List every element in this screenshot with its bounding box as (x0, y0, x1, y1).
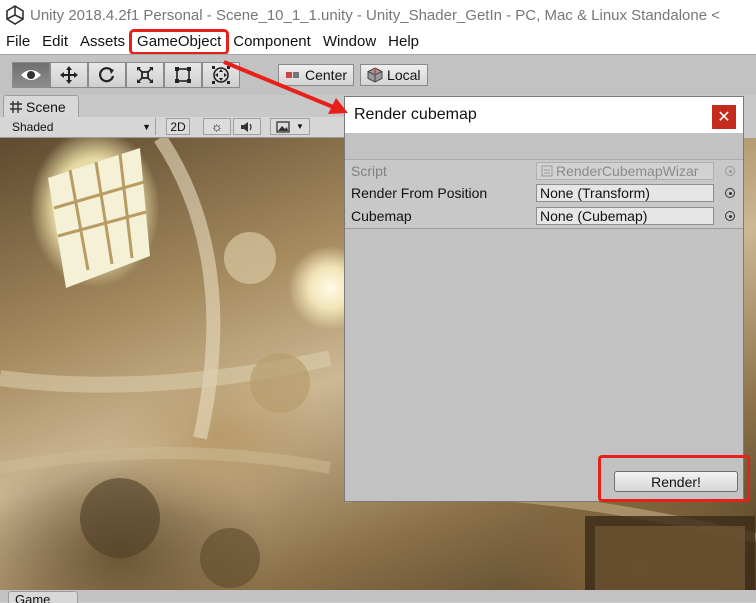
pivot-local-label: Local (387, 67, 421, 83)
cubemap-label: Cubemap (351, 208, 412, 224)
dialog-close-button[interactable]: ✕ (712, 105, 736, 129)
wizard-properties: Script RenderCubemapWizar Render From Po… (345, 160, 743, 229)
tab-game[interactable]: Game (8, 591, 78, 603)
view-tool-button[interactable] (12, 62, 50, 88)
menu-assets[interactable]: Assets (74, 31, 131, 53)
render-from-position-picker-icon[interactable] (725, 188, 735, 198)
toggle-2d-button[interactable]: 2D (166, 118, 190, 135)
rect-icon (175, 67, 191, 83)
audio-toggle-button[interactable] (233, 118, 261, 135)
menu-bar: File Edit Assets GameObject Component Wi… (0, 29, 756, 55)
toggle-2d-label: 2D (170, 119, 186, 134)
speaker-icon (241, 121, 252, 132)
script-field: RenderCubemapWizar (536, 162, 714, 180)
sun-icon: ☼ (211, 119, 223, 134)
scene-window (48, 148, 150, 288)
render-button[interactable]: Render! (614, 471, 738, 492)
menu-file[interactable]: File (0, 31, 36, 53)
eye-icon (21, 70, 41, 80)
pivot-center-label: Center (305, 67, 348, 83)
pivot-center-icon (286, 72, 299, 78)
scale-icon (137, 67, 153, 83)
pivot-toggles: Center Local (278, 64, 428, 86)
tab-game-label: Game (15, 592, 51, 603)
move-tool-button[interactable] (50, 62, 88, 88)
render-from-position-label: Render From Position (351, 185, 488, 201)
tab-scene[interactable]: Scene (3, 95, 79, 117)
close-icon: ✕ (717, 109, 731, 126)
menu-edit[interactable]: Edit (36, 31, 74, 53)
menu-window[interactable]: Window (317, 31, 382, 53)
pivot-local-button[interactable]: Local (360, 64, 428, 86)
dialog-title-bar: Render cubemap ✕ (345, 97, 743, 133)
script-file-icon (541, 165, 553, 177)
shading-mode-dropdown[interactable]: Shaded ▼ (6, 118, 156, 135)
shading-mode-value: Shaded (12, 119, 54, 134)
pivot-center-button[interactable]: Center (278, 64, 355, 86)
window-title: Unity 2018.4.2f1 Personal - Scene_10_1_1… (30, 6, 720, 24)
menu-help[interactable]: Help (382, 31, 425, 53)
chevron-down-icon: ▼ (142, 121, 151, 132)
scale-tool-button[interactable] (126, 62, 164, 88)
property-row-script: Script RenderCubemapWizar (345, 160, 743, 182)
lighting-toggle-button[interactable]: ☼ (203, 118, 231, 135)
local-cube-icon (367, 67, 383, 83)
dialog-title: Render cubemap (354, 106, 477, 123)
menu-component[interactable]: Component (227, 31, 317, 53)
transform-tool-button[interactable] (202, 62, 240, 88)
transform-tools (12, 62, 240, 88)
render-from-position-field[interactable]: None (Transform) (536, 184, 714, 202)
unity-logo-icon (6, 5, 24, 25)
rotate-tool-button[interactable] (88, 62, 126, 88)
effects-chevron-icon: ▼ (296, 122, 304, 131)
move-icon (60, 66, 78, 84)
script-label: Script (351, 163, 387, 179)
property-row-render-from-position: Render From Position None (Transform) (345, 182, 743, 204)
render-cubemap-dialog: Render cubemap ✕ Script RenderCubemapWiz… (344, 96, 744, 502)
cubemap-picker-icon[interactable] (725, 211, 735, 221)
grid-icon (10, 100, 22, 113)
effects-dropdown[interactable]: ▼ (270, 118, 310, 135)
menu-gameobject[interactable]: GameObject (129, 29, 230, 55)
window-title-bar: Unity 2018.4.2f1 Personal - Scene_10_1_1… (0, 0, 756, 30)
script-value: RenderCubemapWizar (556, 163, 699, 179)
rect-tool-button[interactable] (164, 62, 202, 88)
cubemap-field[interactable]: None (Cubemap) (536, 207, 714, 225)
property-row-cubemap: Cubemap None (Cubemap) (345, 205, 743, 227)
scene-toolbar: Shaded ▼ 2D ☼ ▼ (0, 117, 345, 138)
script-picker-icon (725, 166, 735, 176)
bottom-panel (0, 590, 756, 601)
image-icon (276, 120, 290, 133)
dialog-header-strip (345, 133, 743, 160)
tab-scene-label: Scene (26, 98, 66, 115)
rotate-icon (99, 67, 115, 83)
transform-icon (212, 66, 230, 84)
